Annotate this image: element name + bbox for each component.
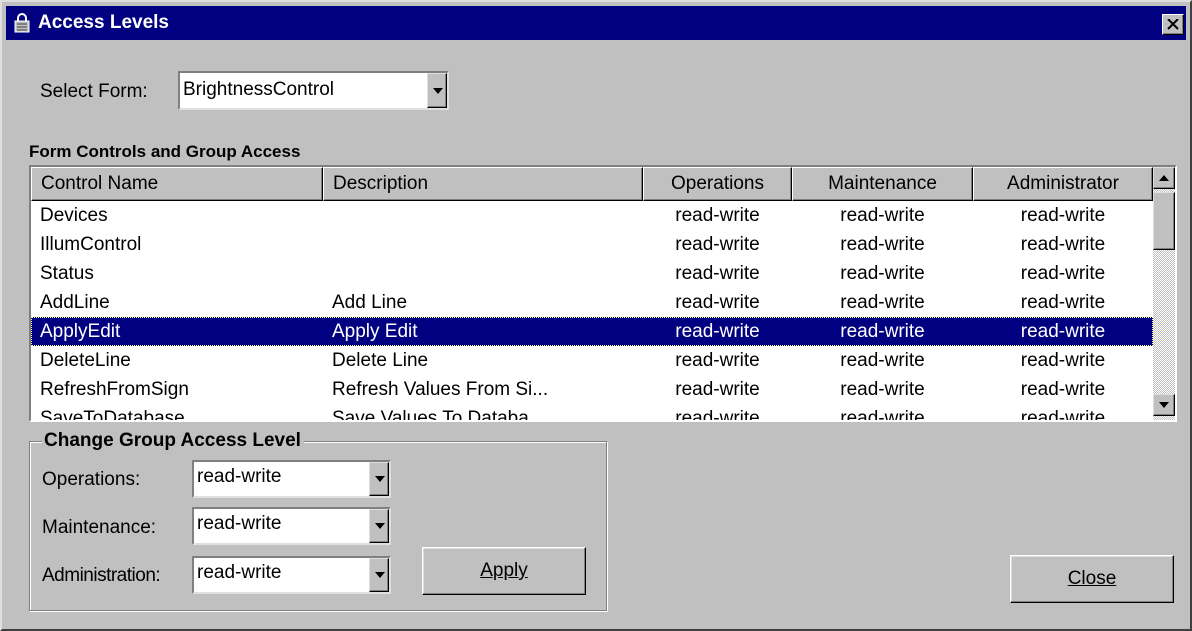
administration-label: Administration: <box>42 565 161 586</box>
cell-administrator: read-write <box>1020 379 1106 400</box>
access-levels-window: Access Levels Select Form: BrightnessCon… <box>0 0 1192 631</box>
table-row[interactable]: Status read-write read-write read-write <box>31 259 1153 288</box>
lock-icon <box>14 13 30 33</box>
table-row[interactable]: SaveToDatabase Save Values To Databa... re… <box>31 404 1153 420</box>
cell-description: Refresh Values From Si... <box>332 379 549 400</box>
cell-control-name: RefreshFromSign <box>40 379 189 400</box>
cell-description <box>323 201 643 230</box>
cell-control-name: SaveToDatabase <box>40 408 185 420</box>
cell-description: Add Line <box>332 292 408 313</box>
scroll-down-button[interactable] <box>1153 394 1175 416</box>
apply-button-label: Apply <box>480 560 528 581</box>
arrow-up-icon <box>1159 175 1169 181</box>
column-header-operations[interactable]: Operations <box>643 167 792 201</box>
cell-operations: read-write <box>675 292 760 313</box>
cell-control-name: DeleteLine <box>40 350 131 371</box>
window-title: Access Levels <box>38 12 169 33</box>
cell-administrator: read-write <box>1020 321 1106 342</box>
cell-control-name: Status <box>40 263 94 284</box>
cell-administrator: read-write <box>1020 234 1106 255</box>
arrow-down-icon <box>1159 402 1169 408</box>
select-form-value: BrightnessControl <box>183 79 335 100</box>
cell-maintenance: read-write <box>840 263 925 284</box>
cell-administrator: read-write <box>1020 408 1106 420</box>
cell-administrator: read-write <box>1020 205 1106 226</box>
chevron-down-icon <box>375 572 385 578</box>
cell-operations: read-write <box>675 234 760 255</box>
chevron-down-icon <box>433 87 443 94</box>
operations-access-select[interactable]: read-write <box>192 460 391 498</box>
cell-maintenance: read-write <box>840 408 925 420</box>
form-controls-grid[interactable]: Control Name Description Operations Main… <box>29 165 1177 422</box>
select-form-combo[interactable]: BrightnessControl <box>178 71 449 110</box>
operations-access-value: read-write <box>197 466 282 487</box>
chevron-down-icon <box>375 476 385 482</box>
column-header-control-name[interactable]: Control Name <box>31 167 323 201</box>
cell-description: Save Values To Databa... <box>332 408 545 420</box>
maintenance-access-select[interactable]: read-write <box>192 507 391 545</box>
column-header-administrator[interactable]: Administrator <box>973 167 1153 201</box>
cell-maintenance: read-write <box>840 321 925 342</box>
cell-control-name: Devices <box>40 205 108 226</box>
cell-description <box>323 259 643 288</box>
close-button-label: Close <box>1067 568 1117 589</box>
table-row[interactable]: Devices read-write read-write read-write <box>31 201 1153 230</box>
cell-description: Apply Edit <box>332 321 418 342</box>
cell-control-name: AddLine <box>40 292 110 313</box>
table-row[interactable]: ApplyEdit Apply Edit read-write read-write r… <box>31 317 1153 346</box>
cell-administrator: read-write <box>1020 350 1106 371</box>
cell-operations: read-write <box>675 205 760 226</box>
grid-viewport: Control Name Description Operations Main… <box>31 167 1153 420</box>
cell-operations: read-write <box>675 350 760 371</box>
cell-maintenance: read-write <box>840 350 925 371</box>
scroll-thumb[interactable] <box>1153 192 1175 250</box>
column-header-maintenance[interactable]: Maintenance <box>792 167 973 201</box>
cell-description: Delete Line <box>332 350 429 371</box>
cell-maintenance: read-write <box>840 379 925 400</box>
cell-maintenance: read-write <box>840 234 925 255</box>
close-window-button[interactable] <box>1162 14 1184 35</box>
operations-label: Operations: <box>42 469 141 490</box>
apply-button[interactable]: Apply <box>422 547 586 595</box>
maintenance-label: Maintenance: <box>42 517 157 538</box>
cell-control-name: IllumControl <box>40 234 142 255</box>
select-form-label: Select Form: <box>40 81 148 102</box>
table-row[interactable]: DeleteLine Delete Line read-write read-writ… <box>31 346 1153 375</box>
maintenance-dropdown-button[interactable] <box>369 509 389 543</box>
administration-dropdown-button[interactable] <box>369 558 389 592</box>
cell-operations: read-write <box>675 263 760 284</box>
cell-operations: read-write <box>675 379 760 400</box>
table-row[interactable]: AddLine Add Line read-write read-write read-… <box>31 288 1153 317</box>
title-bar[interactable]: Access Levels <box>6 6 1186 40</box>
cell-description <box>323 230 643 259</box>
grid-vertical-scrollbar[interactable] <box>1153 167 1175 420</box>
cell-operations: read-write <box>675 408 760 420</box>
grid-caption: Form Controls and Group Access <box>29 142 301 161</box>
operations-dropdown-button[interactable] <box>369 462 389 496</box>
cell-operations: read-write <box>675 321 760 342</box>
select-form-dropdown-button[interactable] <box>427 73 447 108</box>
close-button[interactable]: Close <box>1010 555 1174 603</box>
table-row[interactable]: RefreshFromSign Refresh Values From Si...… <box>31 375 1153 404</box>
chevron-down-icon <box>375 523 385 529</box>
cell-control-name: ApplyEdit <box>40 321 121 342</box>
close-x-icon <box>1167 19 1179 30</box>
column-header-description[interactable]: Description <box>323 167 643 201</box>
scroll-up-button[interactable] <box>1153 167 1175 189</box>
change-group-caption: Change Group Access Level <box>42 430 304 452</box>
administration-access-select[interactable]: read-write <box>192 556 391 594</box>
administration-access-value: read-write <box>197 562 282 583</box>
cell-maintenance: read-write <box>840 205 925 226</box>
cell-administrator: read-write <box>1020 292 1106 313</box>
cell-administrator: read-write <box>1020 263 1106 284</box>
cell-maintenance: read-write <box>840 292 925 313</box>
maintenance-access-value: read-write <box>197 513 282 534</box>
table-row[interactable]: IllumControl read-write read-write read-wri… <box>31 230 1153 259</box>
